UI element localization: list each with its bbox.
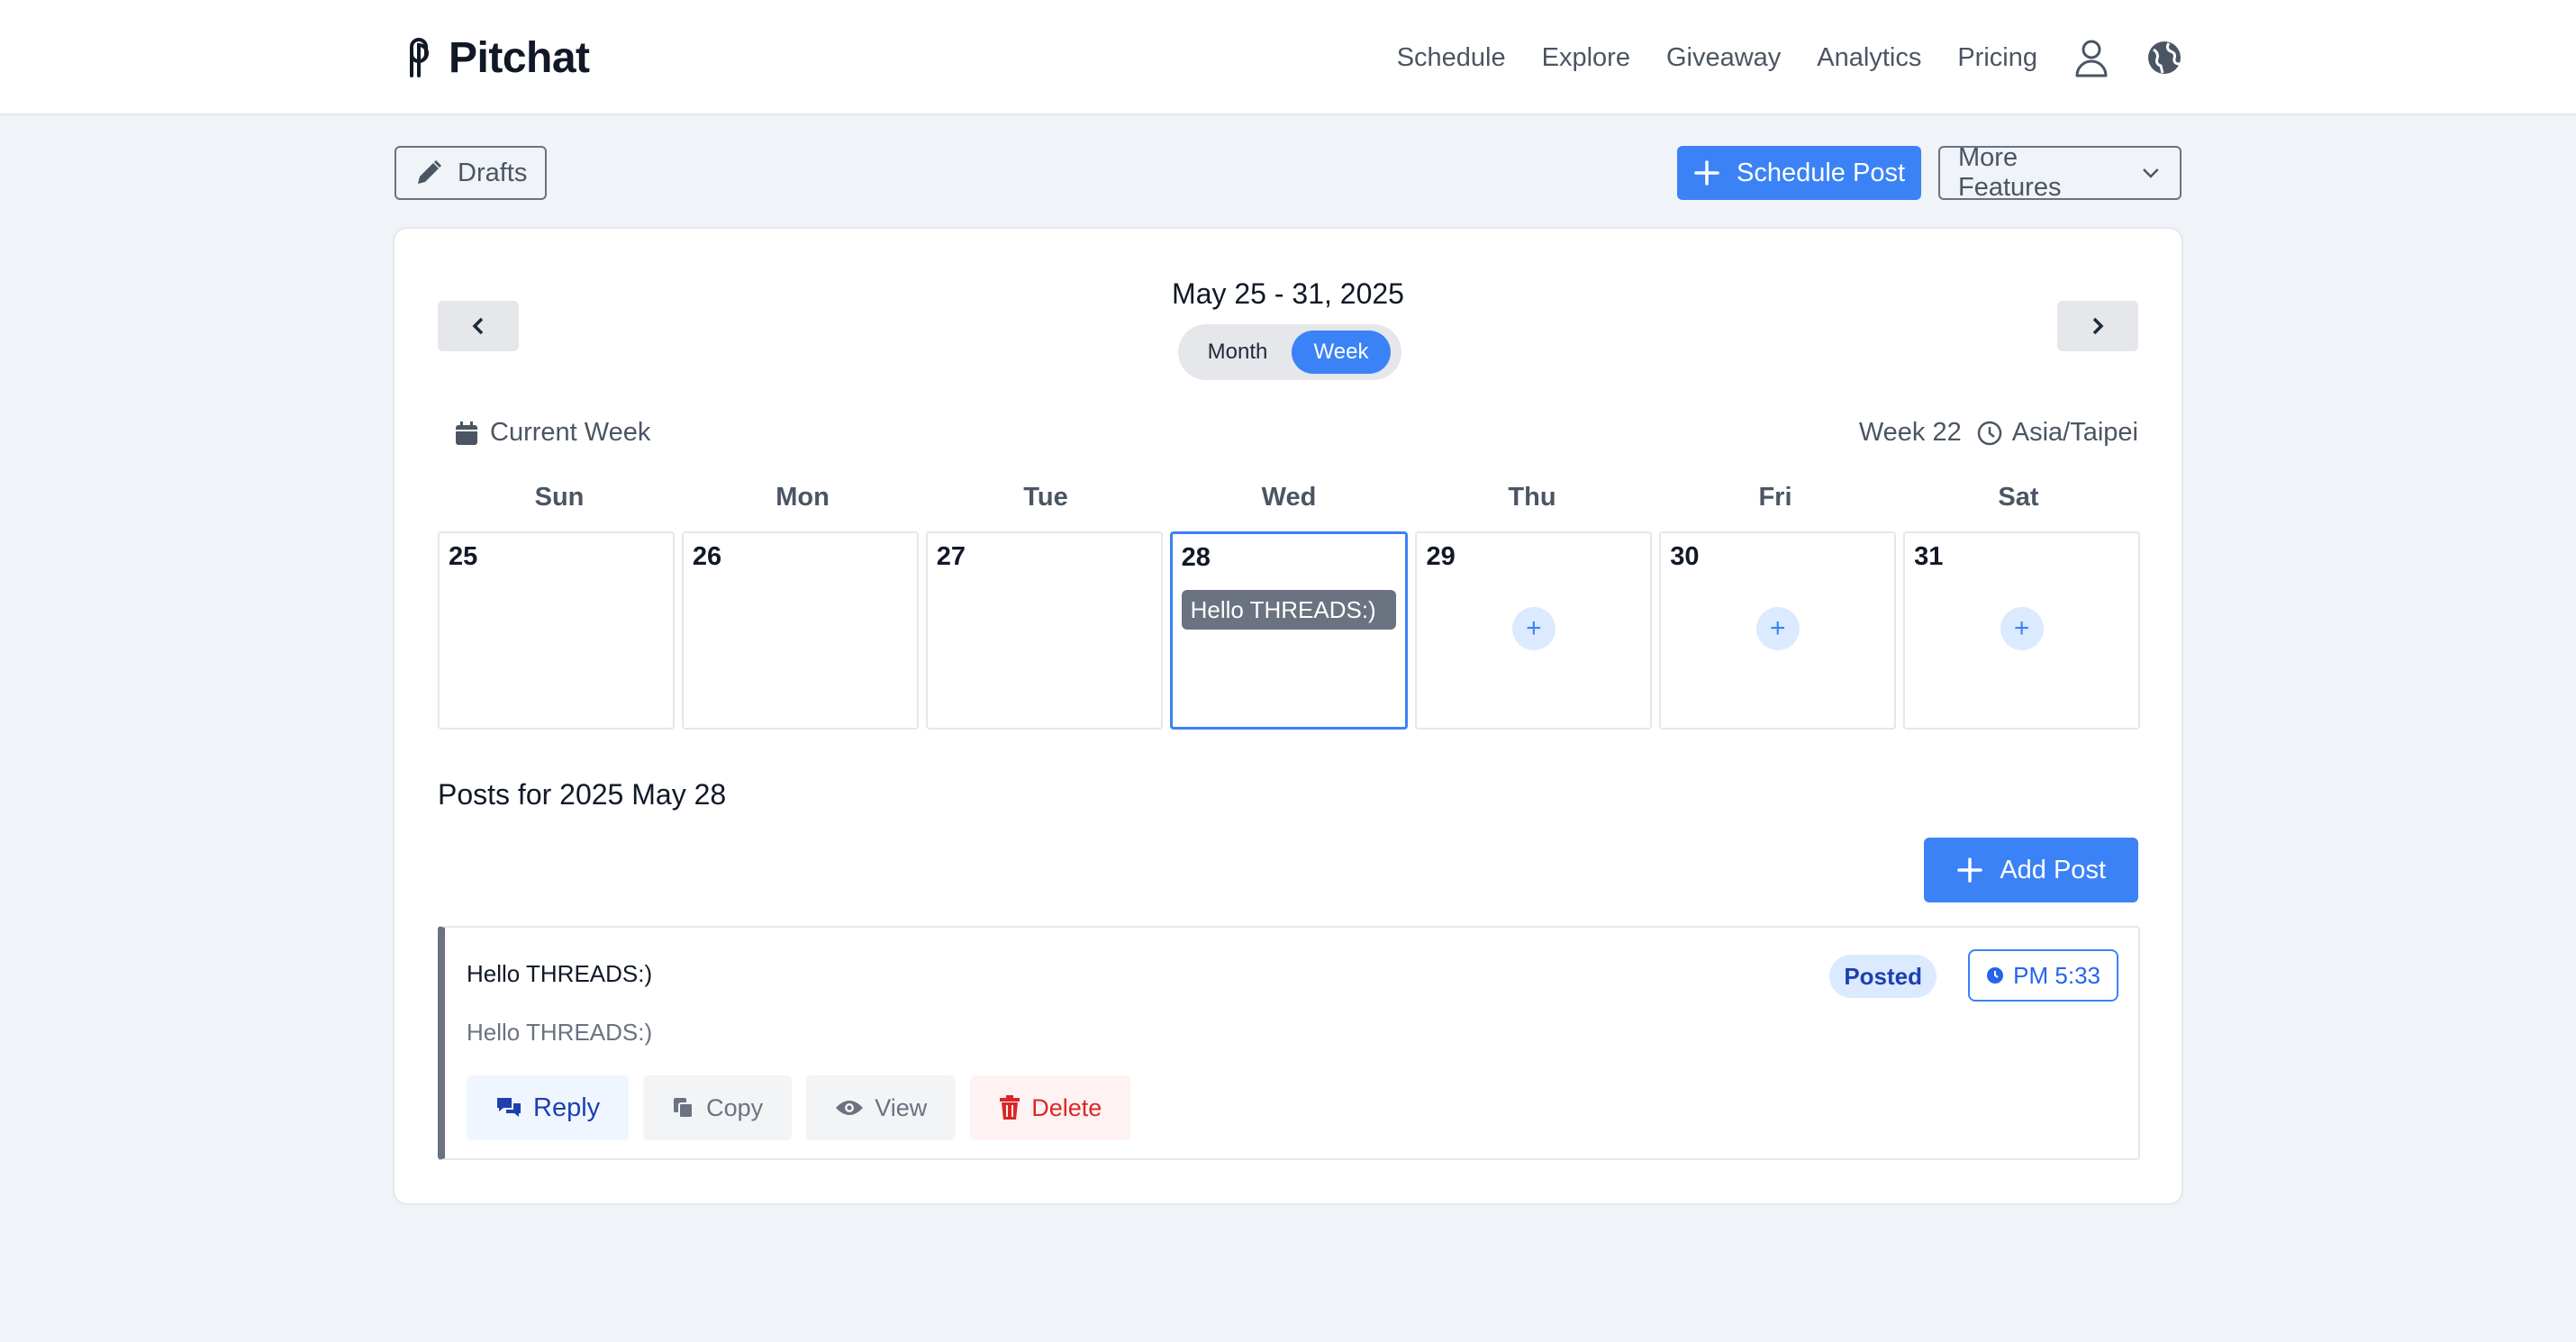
weekday-sun: Sun (534, 483, 585, 512)
nav-schedule[interactable]: Schedule (1397, 43, 1506, 73)
reply-label: Reply (533, 1093, 601, 1122)
view-button[interactable]: View (806, 1075, 957, 1140)
weekday-fri: Fri (1758, 483, 1792, 512)
calendar-event-chip[interactable]: Hello THREADS:) (1181, 590, 1397, 630)
week-number: Week 22 (1858, 418, 1962, 447)
post-actions: Reply Copy View Delete (467, 1075, 1131, 1140)
more-features-label: More Features (1958, 143, 2062, 202)
view-label: View (875, 1093, 928, 1121)
weekday-header-row: Sun Mon Tue Wed Thu Fri Sat (438, 483, 2140, 512)
day-cell-30[interactable]: 30 + (1659, 531, 1897, 730)
delete-label: Delete (1031, 1093, 1102, 1121)
day-number: 30 (1670, 542, 1700, 571)
plus-icon (1694, 160, 1719, 186)
copy-button[interactable]: Copy (643, 1075, 793, 1140)
timezone-label: Asia/Taipei (2011, 418, 2138, 447)
brand-logo[interactable]: Pitchat (404, 32, 590, 83)
chevron-right-icon (2092, 317, 2104, 335)
user-icon[interactable] (2073, 38, 2109, 77)
date-range-title: May 25 - 31, 2025 (1172, 277, 1404, 310)
day-cell-27[interactable]: 27 (925, 531, 1163, 730)
copy-label: Copy (706, 1093, 764, 1121)
day-cell-29[interactable]: 29 + (1415, 531, 1653, 730)
calendar-icon (456, 421, 477, 445)
calendar-card: May 25 - 31, 2025 Month Week Current Wee… (393, 227, 2183, 1205)
day-cell-25[interactable]: 25 (438, 531, 675, 730)
main-nav: Schedule Explore Giveaway Analytics Pric… (1361, 25, 2183, 90)
day-number: 27 (936, 542, 966, 571)
schedule-post-label: Schedule Post (1737, 158, 1906, 187)
status-badge: Posted (1829, 955, 1937, 998)
view-month-option[interactable]: Month (1184, 331, 1292, 374)
delete-button[interactable]: Delete (970, 1075, 1131, 1140)
current-week-button[interactable]: Current Week (454, 418, 650, 448)
post-title: Hello THREADS:) (467, 960, 653, 987)
add-post-label: Add Post (2000, 855, 2106, 884)
add-post-day-button[interactable]: + (1511, 607, 1556, 650)
plus-icon (1957, 857, 1983, 883)
globe-icon[interactable] (2145, 39, 2183, 77)
day-cell-26[interactable]: 26 (681, 531, 919, 730)
timezone-display: Asia/Taipei (1976, 418, 2138, 448)
weekday-wed: Wed (1261, 483, 1317, 512)
drafts-button[interactable]: Drafts (395, 146, 548, 200)
view-week-option[interactable]: Week (1292, 331, 1391, 374)
day-number: 29 (1426, 542, 1456, 571)
add-post-day-button[interactable]: + (1755, 607, 1800, 650)
nav-analytics[interactable]: Analytics (1817, 43, 1921, 73)
post-time-badge[interactable]: PM 5:33 (1968, 949, 2118, 1002)
current-week-label: Current Week (490, 418, 651, 447)
copy-icon (674, 1098, 694, 1119)
day-number: 25 (449, 542, 478, 571)
nav-pricing[interactable]: Pricing (1957, 43, 2037, 73)
nav-giveaway[interactable]: Giveaway (1666, 43, 1781, 73)
add-post-day-button[interactable]: + (2000, 607, 2044, 650)
post-list-item: Hello THREADS:) Hello THREADS:) Posted P… (438, 926, 2140, 1160)
top-navbar: Pitchat Schedule Explore Giveaway Analyt… (0, 0, 2576, 115)
chat-bubbles-icon (497, 1098, 521, 1117)
day-number: 26 (692, 542, 722, 571)
day-cell-28-selected[interactable]: 28 Hello THREADS:) (1169, 531, 1409, 730)
schedule-post-button[interactable]: Schedule Post (1677, 146, 1922, 200)
weekday-tue: Tue (1023, 483, 1068, 512)
eye-icon (836, 1101, 864, 1115)
clock-icon (1987, 967, 2004, 984)
post-body: Hello THREADS:) (467, 1019, 653, 1046)
add-post-button[interactable]: Add Post (1924, 838, 2138, 902)
day-cell-31[interactable]: 31 + (1903, 531, 2141, 730)
posts-section-title: Posts for 2025 May 28 (438, 778, 727, 811)
day-number: 31 (1914, 542, 1944, 571)
reply-button[interactable]: Reply (467, 1075, 630, 1140)
clock-icon (1977, 421, 2001, 445)
pencil-icon (418, 159, 442, 184)
app-name: Pitchat (449, 33, 590, 82)
weekday-thu: Thu (1508, 483, 1556, 512)
weekday-sat: Sat (1998, 483, 2039, 512)
chevron-down-icon (2143, 168, 2159, 178)
drafts-label: Drafts (458, 158, 528, 187)
more-features-dropdown[interactable]: More Features (1938, 143, 2181, 202)
weekday-mon: Mon (776, 483, 830, 512)
pitchat-logo-icon (410, 38, 429, 77)
week-days-row: 25 26 27 28 Hello THREADS:) 29 + 30 + 31… (438, 531, 2141, 730)
trash-icon (1000, 1095, 1020, 1120)
day-number: 28 (1181, 543, 1211, 572)
week-info: Week 22 Asia/Taipei (1859, 418, 2138, 448)
nav-explore[interactable]: Explore (1542, 43, 1630, 73)
post-time: PM 5:33 (2013, 961, 2100, 989)
view-toggle: Month Week (1178, 324, 1401, 380)
chevron-left-icon (472, 317, 484, 335)
